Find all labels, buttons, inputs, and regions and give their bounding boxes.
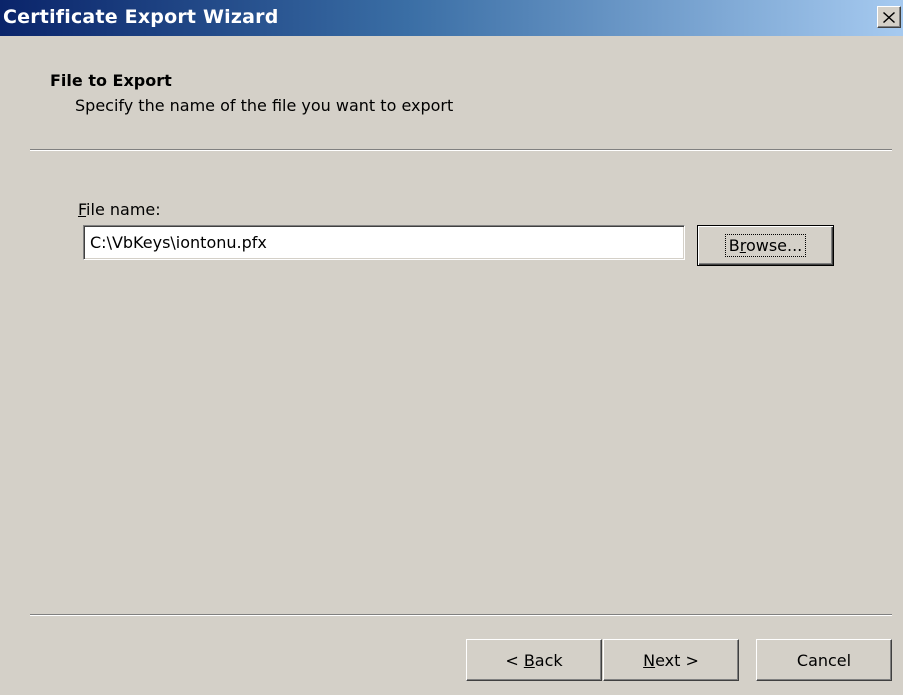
back-mnemonic: B: [523, 650, 535, 670]
file-name-label: File name:: [78, 200, 161, 219]
browse-label-pre: B: [728, 236, 740, 255]
footer-separator: [30, 614, 892, 616]
cancel-button[interactable]: Cancel: [756, 639, 892, 681]
browse-label-post: owse...: [745, 236, 803, 255]
next-button[interactable]: Next >: [603, 639, 739, 681]
header-separator: [30, 149, 892, 151]
next-label-post: ext >: [655, 650, 699, 670]
window-title: Certificate Export Wizard: [3, 6, 279, 28]
close-icon: [883, 11, 895, 23]
step-subtitle: Specify the name of the file you want to…: [75, 96, 454, 115]
back-label-pre: <: [505, 650, 524, 670]
next-mnemonic: N: [643, 650, 656, 670]
close-button[interactable]: [877, 6, 901, 28]
back-label-post: ack: [534, 650, 563, 670]
browse-button[interactable]: Browse...: [697, 225, 834, 266]
back-button[interactable]: < Back: [466, 639, 602, 681]
file-name-input[interactable]: [83, 225, 685, 260]
file-name-label-text: ile name:: [86, 200, 161, 219]
title-bar: Certificate Export Wizard: [0, 0, 903, 36]
file-name-mnemonic: F: [78, 200, 87, 219]
wizard-header: File to Export Specify the name of the f…: [0, 36, 903, 149]
browse-focus-ring: Browse...: [724, 234, 807, 257]
step-title: File to Export: [50, 71, 172, 90]
